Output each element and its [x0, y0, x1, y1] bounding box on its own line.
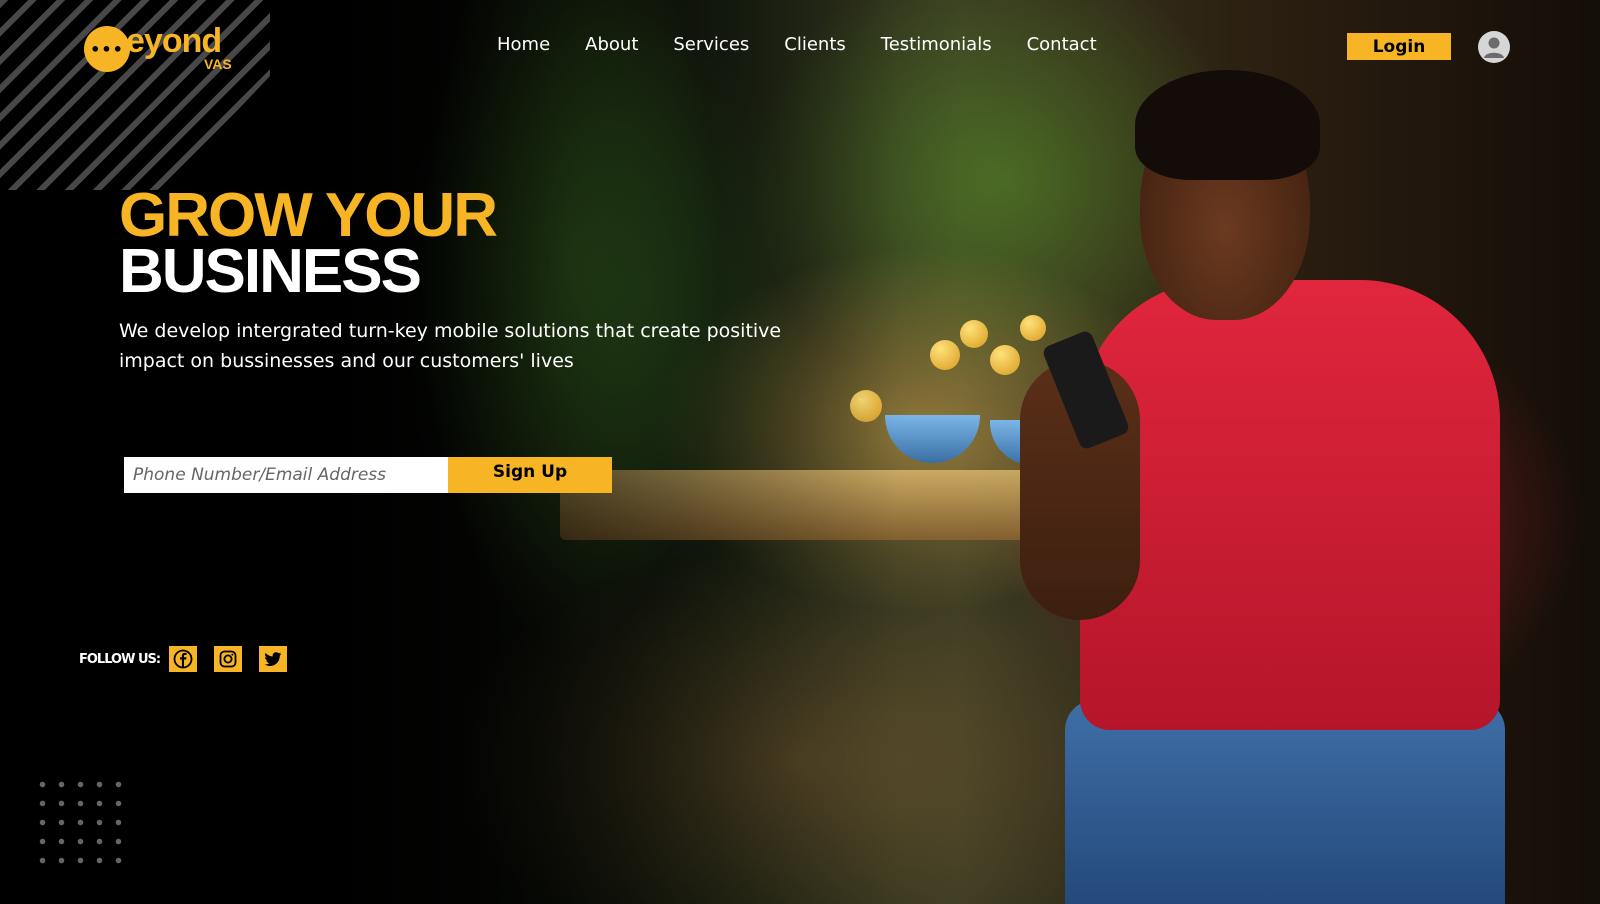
- logo-subtitle: VAS: [204, 56, 232, 72]
- user-icon[interactable]: [1478, 31, 1510, 63]
- follow-us-label: FOLLOW US:: [79, 651, 161, 667]
- fruit: [960, 320, 988, 348]
- fruit: [990, 345, 1020, 375]
- twitter-icon[interactable]: [259, 646, 288, 672]
- brand-logo[interactable]: ••• eyond VAS: [84, 22, 244, 76]
- logo-mark-icon: •••: [84, 26, 130, 72]
- nav-contact[interactable]: Contact: [1027, 34, 1097, 55]
- login-button[interactable]: Login: [1347, 33, 1451, 60]
- facebook-icon[interactable]: [169, 646, 198, 672]
- nav-testimonials[interactable]: Testimonials: [881, 34, 992, 55]
- main-nav: Home About Services Clients Testimonials…: [497, 34, 1097, 55]
- signup-form: Sign Up: [124, 457, 612, 493]
- nav-services[interactable]: Services: [673, 34, 749, 55]
- decorative-dot-grid: [33, 775, 123, 865]
- fruit: [930, 340, 960, 370]
- nav-home[interactable]: Home: [497, 34, 550, 55]
- follow-us: FOLLOW US:: [79, 646, 288, 672]
- instagram-icon[interactable]: [214, 646, 243, 672]
- person-hair: [1135, 70, 1320, 180]
- contact-input[interactable]: [124, 457, 448, 493]
- headline-line-2: BUSINESS: [119, 237, 422, 306]
- nav-about[interactable]: About: [585, 34, 638, 55]
- hero-subtext: We develop intergrated turn-key mobile s…: [119, 320, 782, 372]
- headline-line-1: GROW YOUR: [119, 181, 498, 250]
- person-jeans: [1065, 700, 1505, 904]
- fruit: [1020, 315, 1046, 341]
- nav-clients[interactable]: Clients: [784, 34, 846, 55]
- sign-up-button[interactable]: Sign Up: [448, 457, 612, 493]
- person-shirt: [1080, 280, 1500, 730]
- hero-headline: GROW YOUR BUSINESS: [119, 181, 498, 306]
